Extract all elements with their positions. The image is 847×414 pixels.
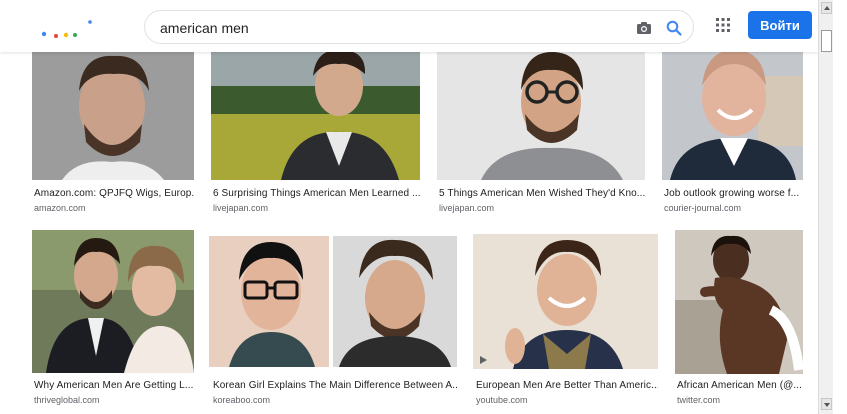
result-thumbnail[interactable] bbox=[437, 46, 645, 180]
result-domain: livejapan.com bbox=[213, 203, 269, 213]
vertical-scrollbar[interactable] bbox=[818, 0, 833, 414]
result-thumbnail[interactable] bbox=[473, 234, 658, 369]
result-domain: koreaboo.com bbox=[213, 395, 271, 405]
search-input[interactable]: american men bbox=[144, 10, 694, 44]
image-result[interactable]: Job outlook growing worse f... courier-j… bbox=[662, 46, 803, 216]
result-caption[interactable]: Job outlook growing worse f... bbox=[664, 188, 803, 199]
scrollbar-thumb[interactable] bbox=[821, 30, 832, 52]
image-result[interactable]: Amazon.com: QPJFQ Wigs, Europ... amazon.… bbox=[32, 46, 194, 216]
result-domain: youtube.com bbox=[476, 395, 528, 405]
result-caption[interactable]: European Men Are Better Than Americ... bbox=[476, 380, 658, 391]
apps-icon[interactable] bbox=[715, 17, 731, 33]
result-domain: livejapan.com bbox=[439, 203, 495, 213]
chevron-up-icon bbox=[824, 6, 830, 10]
image-result[interactable]: Why American Men Are Getting L... thrive… bbox=[32, 230, 194, 410]
result-thumbnail[interactable] bbox=[211, 46, 420, 180]
result-domain: thriveglobal.com bbox=[34, 395, 100, 405]
result-thumbnail[interactable] bbox=[32, 230, 194, 373]
result-caption[interactable]: African American Men (@... bbox=[677, 380, 803, 391]
result-caption[interactable]: Why American Men Are Getting L... bbox=[34, 380, 194, 391]
result-thumbnail[interactable] bbox=[675, 230, 803, 374]
result-domain: courier-journal.com bbox=[664, 203, 742, 213]
browser-viewport: american men Войти Amazon.com: QPJFQ Wig… bbox=[0, 0, 818, 414]
result-thumbnail[interactable] bbox=[32, 46, 194, 180]
image-result[interactable]: 5 Things American Men Wished They'd Kno.… bbox=[437, 46, 645, 216]
result-caption[interactable]: Amazon.com: QPJFQ Wigs, Europ... bbox=[34, 188, 194, 199]
result-thumbnail[interactable] bbox=[209, 236, 457, 367]
search-header: american men Войти bbox=[0, 0, 818, 52]
result-caption[interactable]: Korean Girl Explains The Main Difference… bbox=[213, 380, 457, 391]
search-query-text: american men bbox=[160, 20, 249, 36]
result-thumbnail[interactable] bbox=[662, 46, 803, 180]
image-result[interactable]: European Men Are Better Than Americ... y… bbox=[473, 234, 658, 410]
play-icon[interactable] bbox=[477, 354, 489, 366]
result-domain: twitter.com bbox=[677, 395, 721, 405]
camera-icon[interactable] bbox=[635, 19, 653, 37]
scroll-up-button[interactable] bbox=[821, 2, 832, 14]
result-caption[interactable]: 5 Things American Men Wished They'd Kno.… bbox=[439, 188, 645, 199]
logo[interactable] bbox=[36, 14, 100, 40]
window-edge bbox=[833, 0, 847, 414]
scroll-down-button[interactable] bbox=[821, 398, 832, 410]
login-button[interactable]: Войти bbox=[748, 11, 812, 39]
image-result[interactable]: African American Men (@... twitter.com bbox=[675, 230, 803, 410]
result-caption[interactable]: 6 Surprising Things American Men Learned… bbox=[213, 188, 420, 199]
image-result[interactable]: Korean Girl Explains The Main Difference… bbox=[209, 236, 457, 410]
chevron-down-icon bbox=[824, 403, 830, 407]
result-domain: amazon.com bbox=[34, 203, 86, 213]
search-icon[interactable] bbox=[665, 19, 683, 37]
image-result[interactable]: 6 Surprising Things American Men Learned… bbox=[211, 46, 420, 216]
